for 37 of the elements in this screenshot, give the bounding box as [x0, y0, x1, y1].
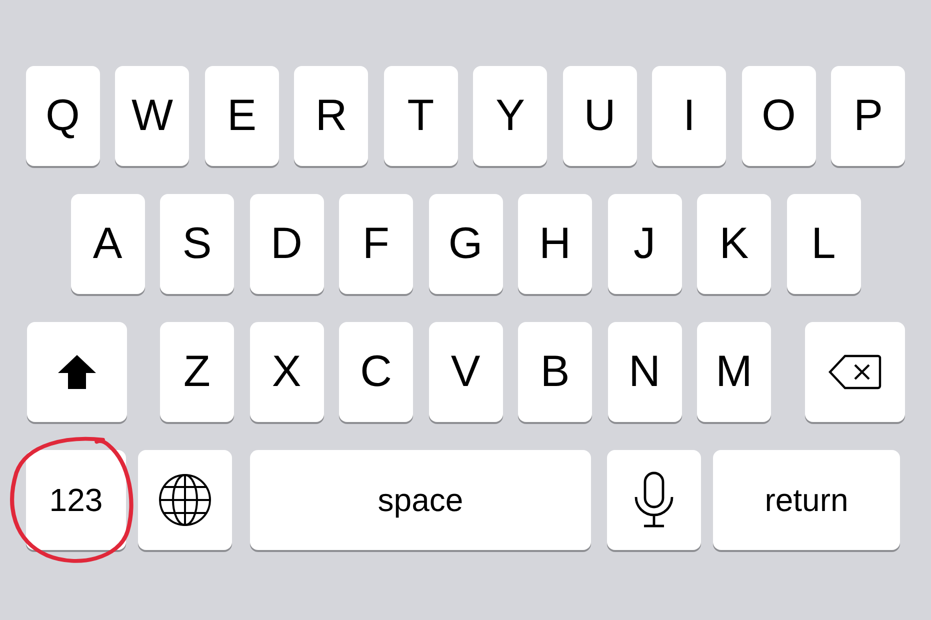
letter-key[interactable]: M — [697, 322, 771, 422]
letter-key[interactable]: F — [339, 194, 413, 294]
letter-key[interactable]: X — [250, 322, 324, 422]
letter-key[interactable]: S — [160, 194, 234, 294]
letter-key[interactable]: D — [250, 194, 324, 294]
letter-key[interactable]: R — [294, 66, 368, 166]
letter-key[interactable]: P — [831, 66, 906, 166]
letter-key[interactable]: L — [786, 194, 860, 294]
letter-key[interactable]: V — [428, 322, 502, 422]
return-key[interactable]: return — [713, 450, 900, 550]
letter-key[interactable]: J — [608, 194, 682, 294]
letter-key[interactable]: G — [428, 194, 502, 294]
letter-key[interactable]: A — [70, 194, 144, 294]
letter-key[interactable]: Y — [473, 66, 548, 166]
space-key[interactable]: space — [250, 450, 591, 550]
backspace-icon — [828, 354, 882, 390]
letter-key[interactable]: Q — [26, 66, 100, 166]
microphone-key[interactable] — [607, 450, 701, 550]
letter-key[interactable]: W — [115, 66, 190, 166]
letter-key[interactable]: I — [652, 66, 726, 166]
microphone-icon — [633, 471, 675, 529]
shift-key[interactable] — [26, 322, 126, 422]
letter-key[interactable]: C — [339, 322, 413, 422]
letter-key[interactable]: E — [204, 66, 279, 166]
letter-key[interactable]: Z — [160, 322, 234, 422]
globe-key[interactable] — [138, 450, 232, 550]
numbers-key[interactable]: 123 — [26, 450, 126, 550]
backspace-key[interactable] — [804, 322, 904, 422]
letter-key[interactable]: T — [384, 66, 458, 166]
letter-key[interactable]: U — [562, 66, 637, 166]
globe-icon — [158, 473, 212, 527]
letter-key[interactable]: O — [742, 66, 816, 166]
letter-key[interactable]: N — [608, 322, 682, 422]
letter-key[interactable]: H — [518, 194, 592, 294]
shift-arrow-icon — [56, 354, 96, 390]
letter-key[interactable]: B — [518, 322, 592, 422]
letter-key[interactable]: K — [697, 194, 771, 294]
